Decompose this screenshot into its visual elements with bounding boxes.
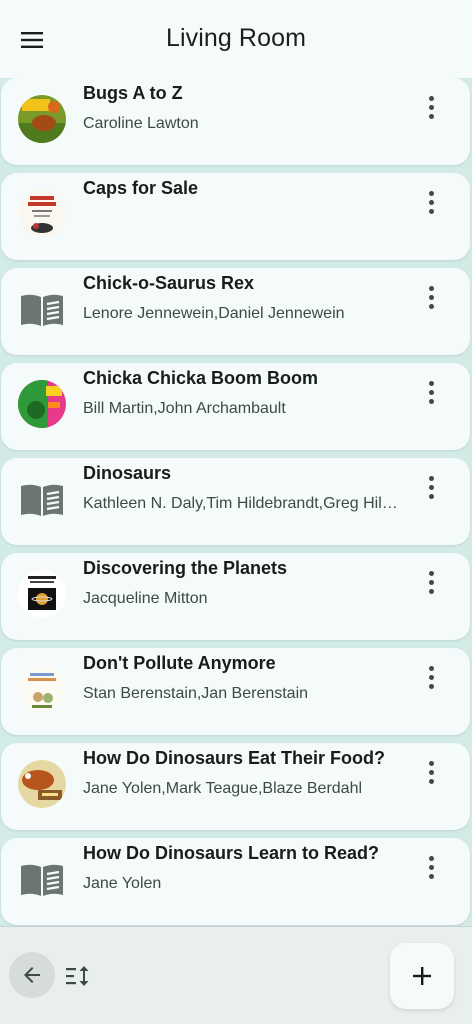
book-title: How Do Dinosaurs Learn to Read?: [83, 843, 380, 863]
book-card[interactable]: Chick-o-Saurus Rex Lenore Jennewein,Dani…: [1, 268, 470, 355]
more-options-button[interactable]: [416, 757, 446, 787]
book-card[interactable]: Don't Pollute Anymore Stan Berenstain,Ja…: [1, 648, 470, 735]
bugs-cover: [18, 95, 66, 143]
add-book-button[interactable]: [390, 943, 454, 1009]
book-card[interactable]: How Do Dinosaurs Learn to Read? Jane Yol…: [1, 838, 470, 925]
dinosaurs-food-cover: [18, 760, 66, 808]
book-icon: [21, 294, 63, 326]
book-title: Discovering the Planets: [83, 558, 288, 578]
chicka-cover: [18, 380, 66, 428]
book-icon: [21, 484, 63, 516]
page-title: Living Room: [165, 24, 307, 52]
pollute-cover: [18, 665, 66, 713]
more-options-button[interactable]: [416, 377, 446, 407]
book-author: Kathleen N. Daly,Tim Hildebrandt,Greg Hi…: [83, 495, 403, 512]
more-options-button[interactable]: [416, 187, 446, 217]
book-author: Jane Yolen,Mark Teague,Blaze Berdahl: [83, 780, 363, 797]
book-author: Stan Berenstain,Jan Berenstain: [83, 685, 309, 702]
caps-cover: [18, 190, 66, 238]
book-list[interactable]: Bugs A to Z Caroline Lawton Caps for Sal…: [0, 78, 472, 926]
sort-button[interactable]: [62, 960, 94, 992]
sort-icon: [66, 966, 89, 986]
more-options-button[interactable]: [416, 567, 446, 597]
book-author: Jane Yolen: [83, 875, 162, 892]
more-options-button[interactable]: [416, 282, 446, 312]
book-card[interactable]: Discovering the Planets Jacqueline Mitto…: [1, 553, 470, 640]
more-options-button[interactable]: [416, 472, 446, 502]
book-card[interactable]: Caps for Sale: [1, 173, 470, 260]
book-author: Bill Martin,John Archambault: [83, 400, 286, 417]
book-author: Jacqueline Mitton: [83, 590, 208, 607]
book-title: Chick-o-Saurus Rex: [83, 273, 255, 293]
book-author: Lenore Jennewein,Daniel Jennewein: [83, 305, 345, 322]
arrow-back-icon: [24, 967, 40, 983]
book-title: Chicka Chicka Boom Boom: [83, 368, 319, 388]
book-title: Bugs A to Z: [83, 83, 183, 103]
book-card[interactable]: Chicka Chicka Boom Boom Bill Martin,John…: [1, 363, 470, 450]
book-title: How Do Dinosaurs Eat Their Food?: [83, 748, 386, 768]
book-card[interactable]: How Do Dinosaurs Eat Their Food? Jane Yo…: [1, 743, 470, 830]
book-title: Caps for Sale: [83, 178, 199, 198]
planets-cover: [18, 570, 66, 618]
book-title: Don't Pollute Anymore: [83, 653, 276, 673]
book-card[interactable]: Dinosaurs Kathleen N. Daly,Tim Hildebran…: [1, 458, 470, 545]
more-options-button[interactable]: [416, 852, 446, 882]
book-title: Dinosaurs: [83, 463, 172, 483]
more-options-button[interactable]: [416, 662, 446, 692]
bottom-bar: [0, 926, 472, 1024]
book-author: Caroline Lawton: [83, 115, 199, 132]
back-button[interactable]: [9, 952, 55, 998]
plus-icon: [413, 967, 431, 985]
book-card[interactable]: Bugs A to Z Caroline Lawton: [1, 78, 470, 165]
top-app-bar: Living Room: [0, 0, 472, 78]
book-icon: [21, 864, 63, 896]
more-options-button[interactable]: [416, 92, 446, 122]
